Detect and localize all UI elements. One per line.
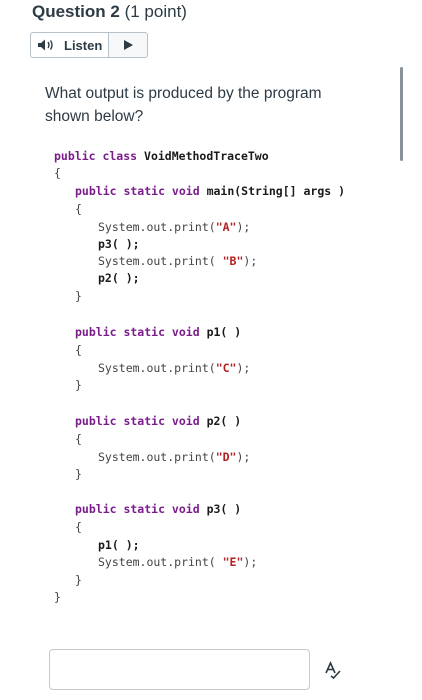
answer-input[interactable] [49, 649, 310, 690]
code-brace: } [75, 378, 82, 392]
prompt-line-2: shown below? [45, 108, 144, 125]
code-brace: { [75, 520, 82, 534]
code-class-declaration: public class VoidMethodTraceTwo [54, 149, 269, 163]
code-line: System.out.print( "E"); [98, 555, 258, 569]
code-p3-signature: public static void p3( ) [75, 502, 242, 516]
code-p1-signature: public static void p1( ) [75, 325, 242, 339]
prompt-line-1: What output is produced by the program [45, 85, 322, 102]
speaker-icon [38, 39, 53, 51]
code-p2-signature: public static void p2( ) [75, 414, 242, 428]
question-prompt: What output is produced by the program s… [45, 82, 365, 128]
code-brace: } [75, 467, 82, 481]
listen-button[interactable]: Listen [31, 33, 110, 57]
code-line: System.out.print("C"); [98, 361, 251, 375]
listen-toolbar: Listen [30, 32, 148, 58]
question-number: Question 2 [32, 2, 120, 21]
code-brace: } [75, 289, 82, 303]
question-points: (1 point) [124, 2, 187, 21]
code-brace: { [54, 166, 61, 180]
code-line: p2( ); [98, 271, 140, 285]
play-icon [124, 40, 134, 50]
code-line: System.out.print( "B"); [98, 254, 258, 268]
listen-label: Listen [64, 37, 103, 53]
code-brace: } [54, 590, 61, 604]
play-button[interactable] [109, 33, 147, 57]
code-main-signature: public static void main(String[] args ) [75, 184, 346, 198]
scrollbar[interactable] [400, 67, 403, 161]
code-line: System.out.print("A"); [98, 220, 251, 234]
question-header: Question 2 (1 point) [32, 2, 187, 22]
code-brace: { [75, 343, 82, 357]
spellcheck-icon[interactable] [323, 660, 343, 680]
code-line: p3( ); [98, 237, 140, 251]
code-line: p1( ); [98, 538, 140, 552]
code-line: System.out.print("D"); [98, 450, 251, 464]
code-brace: { [75, 432, 82, 446]
code-brace: } [75, 573, 82, 587]
code-brace: { [75, 202, 82, 216]
